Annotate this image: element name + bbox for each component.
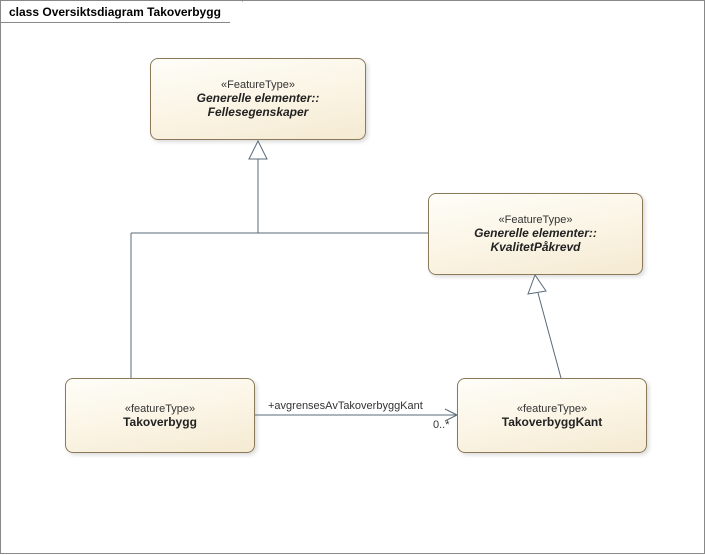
diagram-frame: class Oversiktsdiagram Takoverbygg «Feat…	[0, 0, 705, 554]
diagram-title-prefix: class	[9, 5, 39, 19]
class-name-label: TakoverbyggKant	[502, 415, 602, 429]
class-name-label: Takoverbygg	[123, 415, 197, 429]
diagram-title-notch	[229, 1, 243, 23]
diagram-title-tab: class Oversiktsdiagram Takoverbygg	[1, 1, 244, 23]
generalization-to-fellesegenskaper	[131, 141, 428, 378]
class-name-label: KvalitetPåkrevd	[490, 240, 580, 254]
class-name-label: Fellesegenskaper	[208, 105, 309, 119]
class-fellesegenskaper[interactable]: «FeatureType» Generelle elementer:: Fell…	[150, 58, 366, 140]
class-package-label: Generelle elementer::	[474, 226, 597, 240]
class-takoverbygg[interactable]: «featureType» Takoverbygg	[65, 378, 255, 453]
diagram-title-name: Oversiktsdiagram Takoverbygg	[42, 5, 221, 19]
stereotype-label: «FeatureType»	[499, 214, 573, 226]
class-package-label: Generelle elementer::	[197, 91, 320, 105]
stereotype-label: «FeatureType»	[221, 79, 295, 91]
diagram-title: class Oversiktsdiagram Takoverbygg	[1, 1, 230, 23]
stereotype-label: «featureType»	[517, 403, 587, 415]
association-role-label: +avgrensesAvTakoverbyggKant	[268, 400, 423, 412]
stereotype-label: «featureType»	[125, 403, 195, 415]
generalization-takoverbyggkant-to-kvalitetpakrevd	[528, 275, 561, 378]
class-takoverbyggkant[interactable]: «featureType» TakoverbyggKant	[457, 378, 647, 453]
class-kvalitetpakrevd[interactable]: «FeatureType» Generelle elementer:: Kval…	[428, 193, 643, 275]
association-multiplicity-label: 0..*	[433, 419, 450, 431]
